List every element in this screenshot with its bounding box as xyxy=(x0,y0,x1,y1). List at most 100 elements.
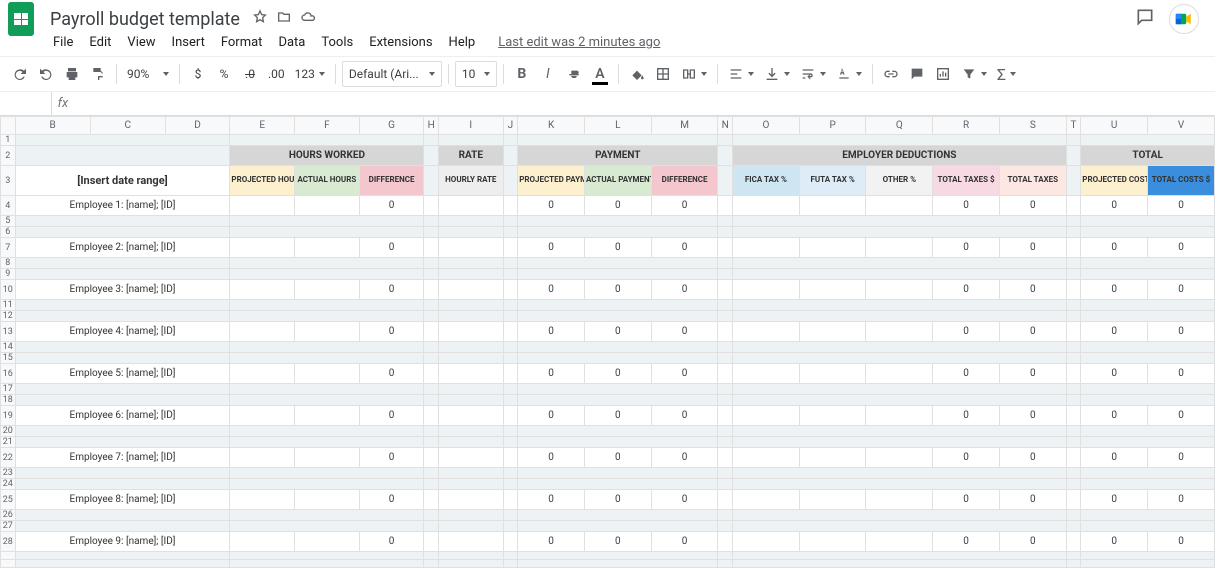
employee-row[interactable]: 16Employee 5: [name]; [ID]00000000 xyxy=(1,364,1215,384)
menu-insert[interactable]: Insert xyxy=(165,33,212,52)
row-header[interactable]: 5 xyxy=(1,216,16,227)
star-icon[interactable] xyxy=(252,9,268,29)
row-header[interactable]: 20 xyxy=(1,426,16,437)
employee-row[interactable]: 22Employee 7: [name]; [ID]00000000 xyxy=(1,448,1215,468)
row-header[interactable]: 7 xyxy=(1,238,16,258)
horizontal-align-button[interactable] xyxy=(724,61,758,87)
font-select[interactable]: Default (Ari... xyxy=(342,61,442,87)
move-icon[interactable] xyxy=(276,9,292,29)
employee-label[interactable]: Employee 3: [name]; [ID] xyxy=(15,280,230,300)
menu-data[interactable]: Data xyxy=(271,33,312,52)
menu-edit[interactable]: Edit xyxy=(82,33,118,52)
menu-view[interactable]: View xyxy=(120,33,162,52)
employee-label[interactable]: Employee 5: [name]; [ID] xyxy=(15,364,230,384)
insert-link-button[interactable] xyxy=(879,61,903,87)
row-header[interactable]: 28 xyxy=(1,532,16,552)
row-header[interactable]: 10 xyxy=(1,280,16,300)
vertical-align-button[interactable] xyxy=(760,61,794,87)
increase-decimal-button[interactable]: .00 xyxy=(264,61,289,87)
bold-button[interactable]: B xyxy=(510,61,534,87)
employee-label[interactable]: Employee 7: [name]; [ID] xyxy=(15,448,230,468)
merge-cells-button[interactable] xyxy=(677,61,711,87)
row-header[interactable]: 3 xyxy=(1,166,16,196)
diff-cell: 0 xyxy=(359,490,424,510)
spacer-row: 5 xyxy=(1,216,1215,227)
employee-row[interactable]: 7Employee 2: [name]; [ID]00000000 xyxy=(1,238,1215,258)
formula-input[interactable] xyxy=(74,93,1215,115)
filter-button[interactable] xyxy=(957,61,991,87)
format-percent-button[interactable]: % xyxy=(212,61,236,87)
row-header[interactable]: 13 xyxy=(1,322,16,342)
row-header[interactable]: 24 xyxy=(1,479,16,490)
menu-help[interactable]: Help xyxy=(442,33,483,52)
employee-label[interactable]: Employee 8: [name]; [ID] xyxy=(15,490,230,510)
document-title[interactable]: Payroll budget template xyxy=(44,7,246,32)
employee-row[interactable]: 19Employee 6: [name]; [ID]00000000 xyxy=(1,406,1215,426)
menu-format[interactable]: Format xyxy=(214,33,270,52)
insert-comment-button[interactable] xyxy=(905,61,929,87)
row-header[interactable]: 18 xyxy=(1,395,16,406)
cloud-status-icon[interactable] xyxy=(300,9,316,29)
row-header[interactable]: 14 xyxy=(1,342,16,353)
text-color-button[interactable]: A xyxy=(588,61,612,87)
insert-chart-button[interactable] xyxy=(931,61,955,87)
spreadsheet-grid[interactable]: BCD EFG HIJ KLM NOP QRS TUV 1 2 HOURS WO… xyxy=(0,116,1215,568)
row-header[interactable]: 16 xyxy=(1,364,16,384)
text-rotation-button[interactable] xyxy=(832,61,866,87)
row-header[interactable] xyxy=(1,560,16,568)
paint-format-button[interactable] xyxy=(86,61,110,87)
column-header-row[interactable]: BCD EFG HIJ KLM NOP QRS TUV xyxy=(1,117,1215,135)
name-box[interactable] xyxy=(0,92,52,116)
menu-file[interactable]: File xyxy=(46,33,80,52)
date-range-cell[interactable]: [Insert date range] xyxy=(15,166,230,196)
row-header[interactable]: 26 xyxy=(1,510,16,521)
employee-label[interactable]: Employee 4: [name]; [ID] xyxy=(15,322,230,342)
last-edit-link[interactable]: Last edit was 2 minutes ago xyxy=(498,35,660,50)
row-header[interactable]: 12 xyxy=(1,311,16,322)
fill-color-button[interactable] xyxy=(625,61,649,87)
zoom-select[interactable]: 90% xyxy=(123,61,173,87)
row-header[interactable]: 8 xyxy=(1,258,16,269)
borders-button[interactable] xyxy=(651,61,675,87)
row-header[interactable]: 1 xyxy=(1,135,16,146)
italic-button[interactable]: I xyxy=(536,61,560,87)
row-header[interactable]: 6 xyxy=(1,227,16,238)
employee-label[interactable]: Employee 2: [name]; [ID] xyxy=(15,238,230,258)
number-format-select[interactable]: 123 xyxy=(291,61,329,87)
employee-label[interactable]: Employee 6: [name]; [ID] xyxy=(15,406,230,426)
print-button[interactable] xyxy=(60,61,84,87)
employee-label[interactable]: Employee 9: [name]; [ID] xyxy=(15,532,230,552)
font-size-select[interactable]: 10 xyxy=(455,61,497,87)
row-header[interactable]: 23 xyxy=(1,468,16,479)
redo-button[interactable] xyxy=(34,61,58,87)
employee-label[interactable]: Employee 1: [name]; [ID] xyxy=(15,196,230,216)
row-header[interactable]: 19 xyxy=(1,406,16,426)
format-currency-button[interactable]: $ xyxy=(186,61,210,87)
row-header[interactable]: 4 xyxy=(1,196,16,216)
decrease-decimal-button[interactable]: .0 xyxy=(238,61,262,87)
row-header[interactable]: 22 xyxy=(1,448,16,468)
functions-button[interactable]: Σ xyxy=(993,61,1020,87)
employee-row[interactable]: 28Employee 9: [name]; [ID]00000000 xyxy=(1,532,1215,552)
row-header[interactable]: 2 xyxy=(1,146,16,166)
strikethrough-button[interactable] xyxy=(562,61,586,87)
meet-button[interactable] xyxy=(1169,4,1199,34)
employee-row[interactable]: 13Employee 4: [name]; [ID]00000000 xyxy=(1,322,1215,342)
row-header[interactable]: 15 xyxy=(1,353,16,364)
menu-extensions[interactable]: Extensions xyxy=(362,33,439,52)
row-header[interactable]: 27 xyxy=(1,521,16,532)
row-header[interactable]: 21 xyxy=(1,437,16,448)
row-header[interactable]: 11 xyxy=(1,300,16,311)
menu-tools[interactable]: Tools xyxy=(314,33,360,52)
comment-history-icon[interactable] xyxy=(1135,7,1155,31)
row-header[interactable] xyxy=(1,552,16,560)
undo-button[interactable] xyxy=(8,61,32,87)
text-wrap-button[interactable] xyxy=(796,61,830,87)
employee-row[interactable]: 10Employee 3: [name]; [ID]00000000 xyxy=(1,280,1215,300)
employee-row[interactable]: 25Employee 8: [name]; [ID]00000000 xyxy=(1,490,1215,510)
row-header[interactable]: 17 xyxy=(1,384,16,395)
row-header[interactable]: 9 xyxy=(1,269,16,280)
employee-row[interactable]: 4Employee 1: [name]; [ID]00000000 xyxy=(1,196,1215,216)
row-header[interactable]: 25 xyxy=(1,490,16,510)
sheets-logo-icon[interactable] xyxy=(8,2,34,36)
